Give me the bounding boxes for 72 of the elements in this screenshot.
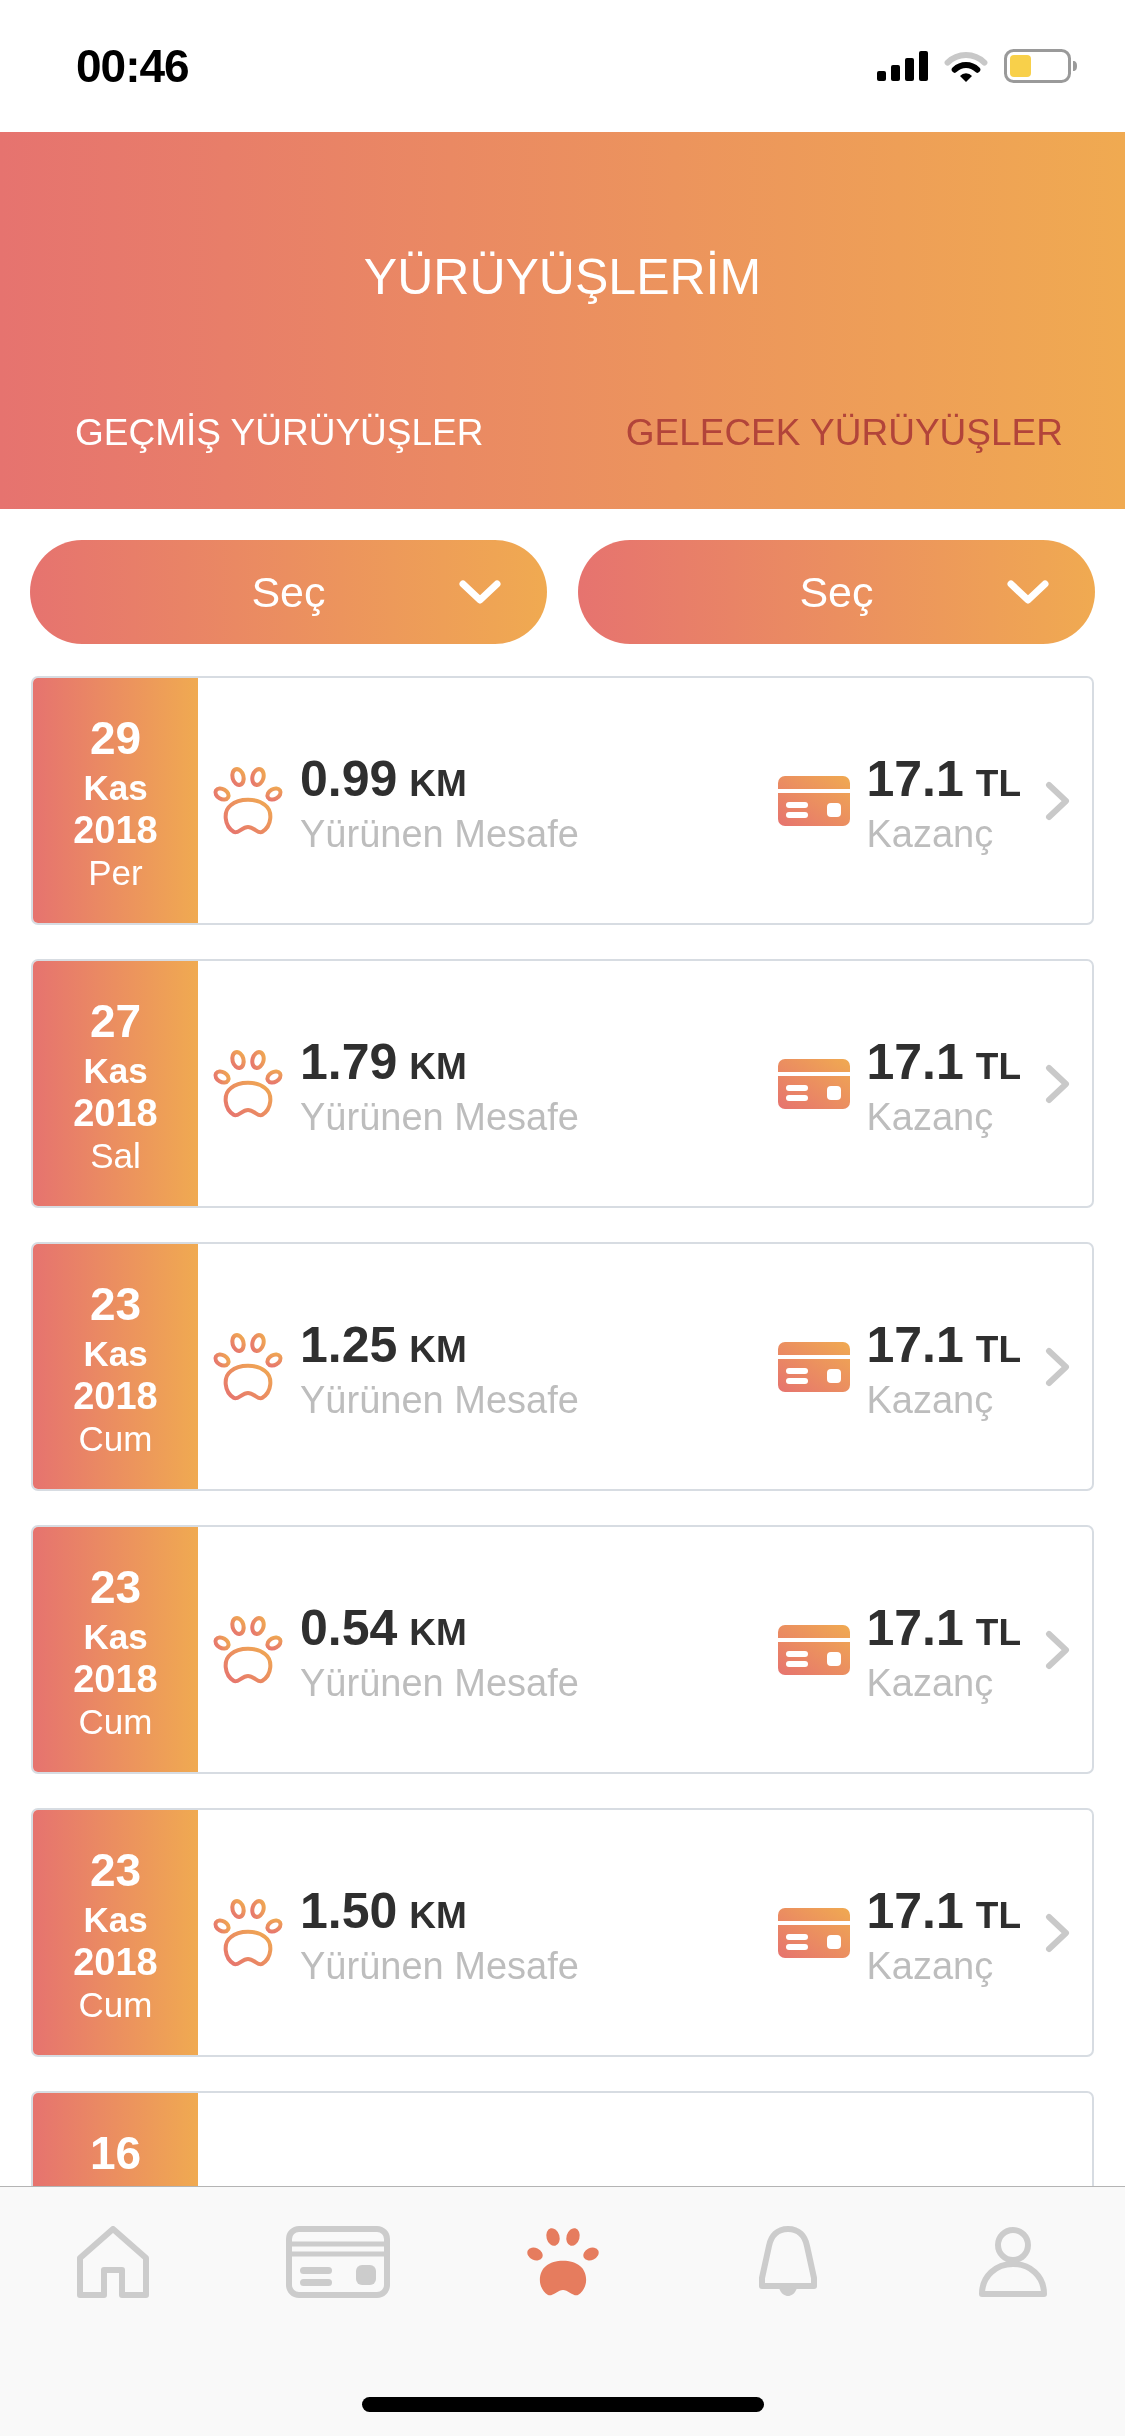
earning-value: 17.1 TL — [866, 1884, 1021, 1941]
paw-icon — [212, 765, 284, 836]
date-weekday: Cum — [78, 1418, 153, 1460]
date-month: Kas — [83, 767, 148, 809]
chevron-right-icon — [1045, 1629, 1071, 1670]
distance-value: 1.25 KM — [300, 1318, 468, 1375]
paw-icon — [212, 1048, 284, 1119]
card-icon — [778, 1624, 851, 1675]
distance-value: 1.50 KM — [300, 1884, 468, 1941]
earning-label: Kazanç — [866, 1095, 995, 1140]
date-month: Kas — [83, 1899, 148, 1941]
date-weekday: Per — [88, 852, 143, 894]
walk-card[interactable]: 27 Kas 2018 Sal 1.79 KM Yürünen Mesafe 17.1 TL Kazanç — [31, 959, 1094, 1208]
earning-value: 17.1 TL — [866, 752, 1021, 809]
distance-label: Yürünen Mesafe — [300, 1944, 579, 1989]
earning-value: 17.1 TL — [866, 1318, 1021, 1375]
status-time: 00:46 — [76, 39, 189, 93]
paw-icon — [212, 1331, 284, 1402]
earning-label: Kazanç — [866, 812, 995, 857]
distance-label: Yürünen Mesafe — [300, 1378, 579, 1423]
paw-icon — [212, 1614, 284, 1685]
walk-card[interactable]: 29 Kas 2018 Per 0.99 KM Yürünen Mesafe 17.1 TL Kazanç — [31, 676, 1094, 925]
earning-value: 17.1 TL — [866, 1601, 1021, 1658]
chevron-down-icon — [459, 580, 501, 604]
card-icon — [778, 1341, 851, 1392]
chevron-right-icon — [1045, 1912, 1071, 1953]
date-month: Kas — [83, 1333, 148, 1375]
date-year: 2018 — [73, 809, 158, 851]
earning-value: 17.1 TL — [866, 1035, 1021, 1092]
date-year: 2018 — [73, 1092, 158, 1134]
walk-card[interactable]: 23 Kas 2018 Cum 0.54 KM Yürünen Mesafe 17.1 TL Kazanç — [31, 1525, 1094, 1774]
date-day: 27 — [89, 992, 142, 1050]
date-day: 23 — [89, 1558, 142, 1616]
signal-icon — [877, 51, 928, 81]
earning-label: Kazanç — [866, 1661, 995, 1706]
walk-card[interactable]: 23 Kas 2018 Cum 1.50 KM Yürünen Mesafe 17.1 TL Kazanç — [31, 1808, 1094, 2057]
card-icon — [778, 775, 851, 826]
date-day: 29 — [89, 709, 142, 767]
date-day: 23 — [89, 1275, 142, 1333]
chevron-right-icon — [1045, 780, 1071, 821]
earning-label: Kazanç — [866, 1944, 995, 1989]
date-year: 2018 — [73, 1658, 158, 1700]
date-year: 2018 — [73, 1375, 158, 1417]
credit-card-icon[interactable] — [285, 2226, 390, 2298]
card-icon — [778, 1058, 851, 1109]
chevron-right-icon — [1045, 1346, 1071, 1387]
date-year: 2018 — [73, 1941, 158, 1983]
walk-card[interactable]: 23 Kas 2018 Cum 1.25 KM Yürünen Mesafe 17.1 TL Kazanç — [31, 1242, 1094, 1491]
date-weekday: Sal — [90, 1135, 141, 1177]
chevron-down-icon — [1007, 580, 1049, 604]
date-weekday: Cum — [78, 1701, 153, 1743]
date-month: Kas — [83, 1050, 148, 1092]
paw-icon[interactable] — [525, 2226, 600, 2298]
wifi-icon — [943, 49, 989, 83]
distance-value: 0.99 KM — [300, 752, 468, 809]
earning-label: Kazanç — [866, 1378, 995, 1423]
date-day: 16 — [89, 2124, 142, 2182]
distance-value: 0.54 KM — [300, 1601, 468, 1658]
distance-label: Yürünen Mesafe — [300, 1661, 579, 1706]
distance-value: 1.79 KM — [300, 1035, 468, 1092]
person-icon[interactable] — [977, 2226, 1048, 2298]
date-month: Kas — [83, 1616, 148, 1658]
home-icon[interactable] — [75, 2226, 150, 2298]
battery-icon — [1004, 49, 1077, 83]
chevron-right-icon — [1045, 1063, 1071, 1104]
paw-icon — [212, 1897, 284, 1968]
distance-label: Yürünen Mesafe — [300, 812, 579, 857]
distance-label: Yürünen Mesafe — [300, 1095, 579, 1140]
date-weekday: Cum — [78, 1984, 153, 2026]
card-icon — [778, 1907, 851, 1958]
page-title: YÜRÜYÜŞLERİM — [363, 248, 762, 307]
date-day: 23 — [89, 1841, 142, 1899]
